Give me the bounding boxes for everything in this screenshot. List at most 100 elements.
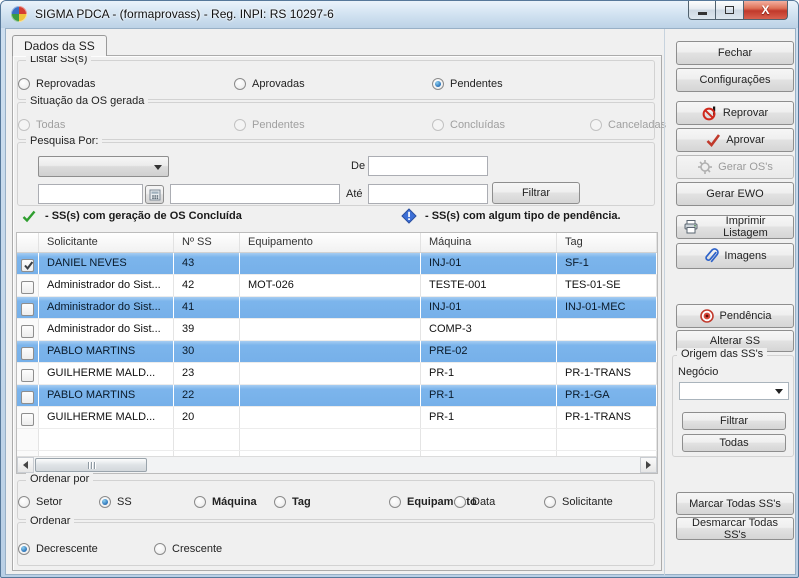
radio-label: Aprovadas xyxy=(252,78,305,90)
de-input[interactable] xyxy=(368,156,488,176)
radio-label: Todas xyxy=(36,119,66,131)
maximize-button[interactable] xyxy=(716,1,743,20)
radio-option-ordenar_por-6[interactable]: Setor xyxy=(18,496,62,508)
aprovar-check-icon xyxy=(705,132,721,148)
table-cell: Administrador do Sist... xyxy=(39,319,174,340)
row-checkbox[interactable] xyxy=(21,325,34,338)
row-checkbox[interactable] xyxy=(21,259,34,272)
de-label: De xyxy=(351,160,366,172)
table-cell: COMP-3 xyxy=(421,319,557,340)
desmarcar-todas-button[interactable]: Desmarcar Todas SS's xyxy=(676,517,794,541)
origem-filtrar-button[interactable]: Filtrar xyxy=(682,412,786,430)
table-cell xyxy=(240,319,421,340)
pesquisa-input[interactable] xyxy=(38,184,143,204)
close-button[interactable]: X xyxy=(743,1,788,20)
printer-icon xyxy=(683,219,699,235)
table-row[interactable]: PABLO MARTINS 22 PR-1 PR-1-GA xyxy=(17,385,657,407)
row-checkbox[interactable] xyxy=(21,347,34,360)
table-body: DANIEL NEVES 43 INJ-01 SF-1 Administrador do… xyxy=(17,253,657,473)
radio-option-listar-2[interactable]: Reprovadas xyxy=(18,78,95,90)
table-cell: TESTE-001 xyxy=(421,275,557,296)
table-cell xyxy=(240,363,421,384)
scrollbar-thumb[interactable] xyxy=(35,458,147,472)
table-cell: 22 xyxy=(174,385,240,406)
radio-option-ordenar_por-4[interactable]: Data xyxy=(454,496,495,508)
imprimir-listagem-button[interactable]: Imprimir Listagem xyxy=(676,215,794,239)
minimize-button[interactable] xyxy=(688,1,716,20)
group-legend: Situação da OS gerada xyxy=(26,95,149,107)
group-ordenar-por: Ordenar por SS Máquina Tag Equipamento Data S… xyxy=(17,473,655,520)
column-header[interactable]: Máquina xyxy=(421,233,557,252)
radio-option-ordenar_por-1[interactable]: Máquina xyxy=(194,496,257,508)
configuracoes-button[interactable]: Configurações xyxy=(676,68,794,92)
group-legend: Ordenar por xyxy=(26,473,94,485)
table-cell: INJ-01-MEC xyxy=(557,297,657,318)
table-row[interactable]: GUILHERME MALD... 20 PR-1 PR-1-TRANS xyxy=(17,407,657,429)
lookup-button[interactable] xyxy=(145,185,164,204)
app-window: SIGMA PDCA - (formaprovass) - Reg. INPI:… xyxy=(0,0,799,578)
radio-option-listar-1[interactable]: Pendentes xyxy=(432,78,503,90)
table-row[interactable]: Administrador do Sist... 39 COMP-3 xyxy=(17,319,657,341)
radio-option-listar-0[interactable]: Aprovadas xyxy=(234,78,305,90)
tab-panel: Listar SS(s) Aprovadas Pendentes Reprovada… xyxy=(12,53,666,571)
radio-option-ordenar_por-0[interactable]: SS xyxy=(99,496,132,508)
app-icon xyxy=(11,6,27,22)
fechar-button[interactable]: Fechar xyxy=(676,41,794,65)
gerar-ewo-button[interactable]: Gerar EWO xyxy=(676,182,794,206)
row-checkbox[interactable] xyxy=(21,413,34,426)
aprovar-button[interactable]: Aprovar xyxy=(676,128,794,152)
column-header[interactable]: Nº SS xyxy=(174,233,240,252)
scroll-right-button[interactable] xyxy=(640,457,657,473)
scroll-right-icon xyxy=(646,461,651,469)
column-header[interactable]: Tag xyxy=(557,233,657,252)
row-checkbox[interactable] xyxy=(21,303,34,316)
table-row[interactable]: GUILHERME MALD... 23 PR-1 PR-1-TRANS xyxy=(17,363,657,385)
row-checkbox[interactable] xyxy=(21,391,34,404)
close-icon: X xyxy=(761,3,770,17)
tab-dados-da-ss[interactable]: Dados da SS xyxy=(12,35,107,56)
pesquisa-descricao-input[interactable] xyxy=(170,184,340,204)
imagens-button[interactable]: Imagens xyxy=(676,243,794,269)
ate-input[interactable] xyxy=(368,184,488,204)
radio-option-ordenar-1[interactable]: Decrescente xyxy=(18,543,98,555)
radio-option-ordenar-0[interactable]: Crescente xyxy=(154,543,222,555)
table-row[interactable]: PABLO MARTINS 30 PRE-02 xyxy=(17,341,657,363)
radio-label: Decrescente xyxy=(36,543,98,555)
table-cell xyxy=(557,341,657,362)
blue-pendency-icon xyxy=(401,208,417,224)
group-legend: Pesquisa Por: xyxy=(26,135,103,147)
sidebar: Fechar Configurações Reprovar Aprovar Ge… xyxy=(668,29,797,576)
table-cell xyxy=(240,385,421,406)
reprovar-icon xyxy=(702,105,718,121)
table-cell xyxy=(240,253,421,274)
row-checkbox[interactable] xyxy=(21,369,34,382)
scroll-left-button[interactable] xyxy=(17,457,34,473)
row-checkbox[interactable] xyxy=(21,281,34,294)
pesquisa-combobox[interactable] xyxy=(38,156,169,177)
origem-todas-button[interactable]: Todas xyxy=(682,434,786,452)
table-row[interactable]: Administrador do Sist... 41 INJ-01 INJ-01-M… xyxy=(17,297,657,319)
column-header[interactable]: Solicitante xyxy=(39,233,174,252)
minimize-icon xyxy=(697,12,707,15)
radio-option-ordenar_por-5[interactable]: Solicitante xyxy=(544,496,613,508)
negocio-combobox[interactable] xyxy=(679,382,789,400)
title-bar[interactable]: SIGMA PDCA - (formaprovass) - Reg. INPI:… xyxy=(1,1,798,28)
radio-circle xyxy=(454,496,466,508)
radio-circle xyxy=(99,496,111,508)
radio-option-ordenar_por-2[interactable]: Tag xyxy=(274,496,311,508)
table-cell: PR-1-GA xyxy=(557,385,657,406)
column-header-checkbox xyxy=(17,233,39,252)
table-cell xyxy=(240,297,421,318)
pendencia-button[interactable]: Pendência xyxy=(676,304,794,328)
horizontal-scrollbar[interactable] xyxy=(17,456,657,473)
filtrar-button[interactable]: Filtrar xyxy=(492,182,580,204)
table-cell: PRE-02 xyxy=(421,341,557,362)
table-cell: PR-1-TRANS xyxy=(557,407,657,428)
group-listar-ss: Listar SS(s) Aprovadas Pendentes Reprovada… xyxy=(17,53,655,100)
radio-label: Pendentes xyxy=(450,78,503,90)
reprovar-button[interactable]: Reprovar xyxy=(676,101,794,125)
column-header[interactable]: Equipamento xyxy=(240,233,421,252)
table-row[interactable]: DANIEL NEVES 43 INJ-01 SF-1 xyxy=(17,253,657,275)
table-row[interactable]: Administrador do Sist... 42 MOT-026 TESTE-0… xyxy=(17,275,657,297)
marcar-todas-button[interactable]: Marcar Todas SS's xyxy=(676,492,794,515)
